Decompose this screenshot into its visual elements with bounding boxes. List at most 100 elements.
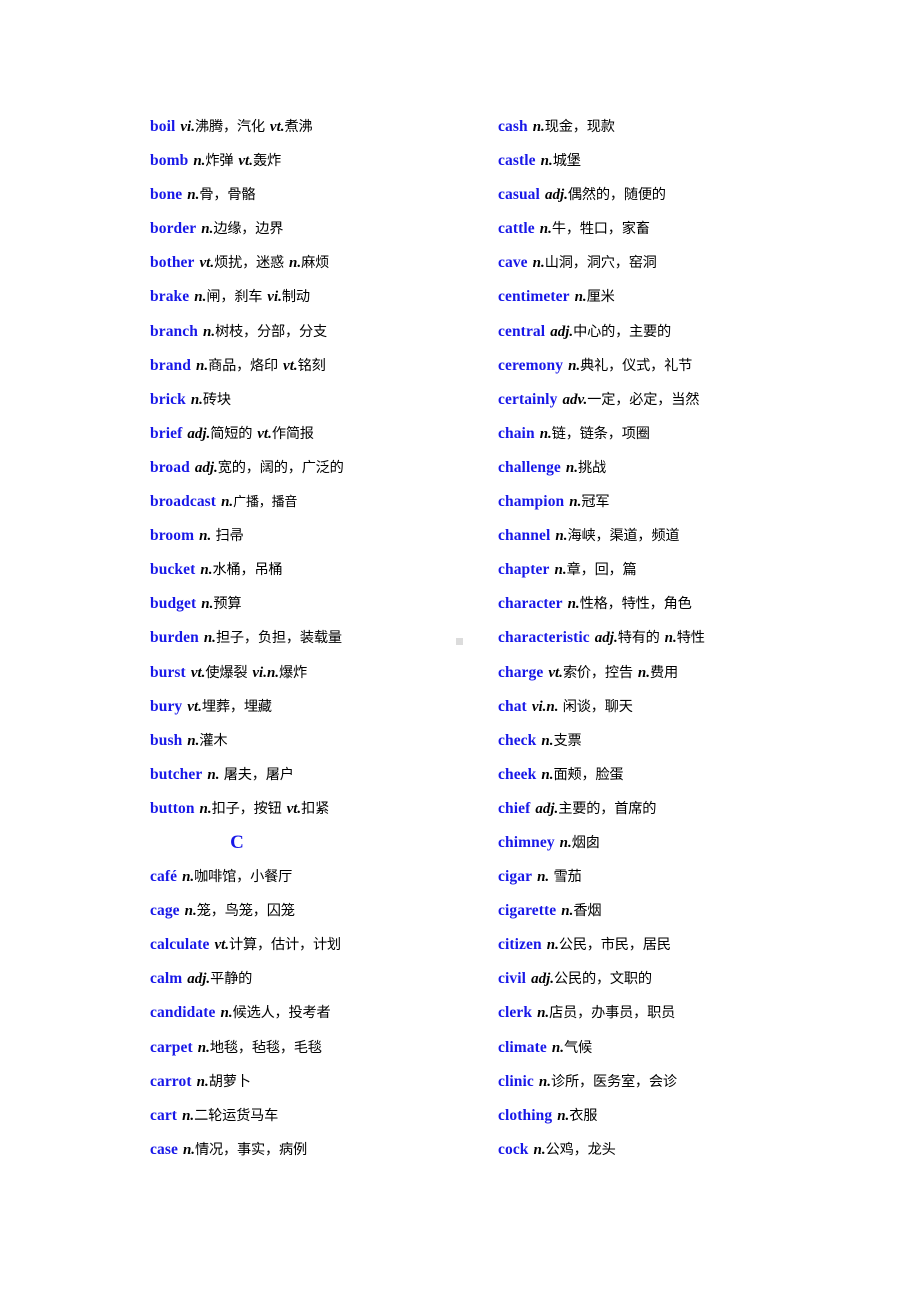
entry-definition: 扫帚 [211, 528, 244, 545]
document-page: boil vi.沸腾，汽化 vt.煮沸 bomb n.炸弹 vt.轰炸 bone n.骨，骨骼… [0, 0, 920, 1302]
entry-definition: 灌木 [199, 732, 228, 749]
entry-headword: chapter [498, 561, 550, 579]
glossary-entry: branch n.树枝，分部，分支 [150, 315, 474, 349]
entry-definition: 笼，鸟笼，囚笼 [196, 903, 295, 920]
glossary-entry: bush n.灌木 [150, 724, 474, 758]
glossary-entry: chain n.链，链条，项圈 [498, 417, 920, 451]
entry-definition: 公民的，文职的 [553, 971, 652, 988]
glossary-entry: cheek n.面颊，脸蛋 [498, 758, 920, 792]
glossary-entry: certainly adv.一定，必定，当然 [498, 383, 920, 417]
glossary-entry: chat vi.n. 闲谈，聊天 [498, 690, 920, 724]
entry-definition: 宽的，阔的，广泛的 [217, 459, 344, 476]
entry-definition: 索价，控告 [562, 664, 633, 681]
entry-part-of-speech: n. [551, 1039, 564, 1056]
entry-part-of-speech: n. [568, 357, 581, 374]
entry-headword: brand [150, 356, 191, 374]
entry-definition: 屠夫，屠户 [219, 766, 294, 783]
entry-definition: 章，回，篇 [566, 562, 637, 579]
glossary-entry: burst vt.使爆裂 vi.n.爆炸 [150, 656, 474, 690]
entry-headword: broom [150, 527, 195, 545]
entry-part-of-speech: adj. [535, 800, 559, 817]
entry-headword: cattle [498, 220, 535, 238]
entry-headword: channel [498, 527, 551, 545]
entry-headword: brief [150, 424, 183, 442]
entry-headword: centimeter [498, 288, 570, 306]
entry-headword: case [150, 1140, 178, 1158]
glossary-entry: casual adj.偶然的，随便的 [498, 178, 920, 212]
entry-headword: castle [498, 152, 536, 170]
glossary-entry: burden n.担子，负担，装载量 [150, 621, 474, 655]
entry-headword: cave [498, 254, 528, 272]
entry-definition: 一定，必定，当然 [587, 391, 700, 408]
entry-definition: 铭刻 [297, 357, 326, 374]
glossary-entry: bury vt.埋葬，埋藏 [150, 690, 474, 724]
entry-headword: carpet [150, 1038, 193, 1056]
entry-headword: certainly [498, 390, 558, 408]
entry-part-of-speech: n. [190, 391, 203, 408]
entry-definition: 面颊，脸蛋 [553, 766, 624, 783]
entry-definition: 费用 [649, 664, 678, 681]
glossary-entry: cage n.笼，鸟笼，囚笼 [150, 894, 474, 928]
entry-part-of-speech: n. [201, 221, 214, 238]
entry-definition: 雪茄 [549, 869, 582, 886]
entry-definition: 特有的 [617, 630, 660, 647]
entry-part-of-speech: n. [193, 153, 206, 170]
glossary-entry: broom n. 扫帚 [150, 519, 474, 553]
entry-headword: candidate [150, 1004, 216, 1022]
entry-definition: 性格，特性，角色 [579, 596, 692, 613]
entry-definition: 担子，负担，装载量 [215, 630, 342, 647]
entry-part-of-speech: vt. [286, 800, 302, 817]
entry-headword: clothing [498, 1106, 553, 1124]
entry-definition: 海峡，渠道，频道 [567, 528, 680, 545]
entry-headword: citizen [498, 936, 542, 954]
entry-definition: 城堡 [552, 153, 581, 170]
glossary-entry: charge vt.索价，控告 n.费用 [498, 656, 920, 690]
entry-headword: bush [150, 731, 183, 749]
glossary-entry: brand n.商品，烙印 vt.铭刻 [150, 349, 474, 383]
entry-part-of-speech: adj. [544, 187, 568, 204]
entry-definition: 麻烦 [301, 255, 330, 272]
entry-part-of-speech: n. [533, 1141, 546, 1158]
entry-headword: cheek [498, 765, 537, 783]
glossary-entry: clinic n.诊所，医务室，会诊 [498, 1065, 920, 1099]
entry-definition: 候选人，投考者 [232, 1005, 331, 1022]
entry-part-of-speech: n. [199, 800, 212, 817]
entry-part-of-speech: n. [561, 903, 574, 920]
entry-definition: 砖块 [202, 391, 231, 408]
glossary-entry: clothing n.衣服 [498, 1099, 920, 1133]
entry-headword: cigar [498, 868, 533, 886]
entry-part-of-speech: vt. [238, 153, 253, 170]
entry-headword: boil [150, 118, 176, 135]
entry-part-of-speech: vt. [257, 425, 272, 442]
entry-definition: 扣紧 [301, 800, 330, 817]
page-marker-dot [456, 638, 463, 645]
glossary-entry: chief adj.主要的，首席的 [498, 792, 920, 826]
entry-part-of-speech: n. [540, 153, 553, 170]
entry-headword: chimney [498, 833, 555, 851]
glossary-entry: bother vt.烦扰，迷惑 n.麻烦 [150, 246, 474, 280]
entry-definition: 广播，播音 [233, 495, 298, 511]
entry-definition: 骨，骨骼 [199, 187, 256, 204]
entry-part-of-speech: n. [538, 1073, 551, 1090]
entry-part-of-speech: n. [199, 528, 212, 545]
entry-part-of-speech: n. [184, 903, 197, 920]
glossary-entry: citizen n.公民，市民，居民 [498, 928, 920, 962]
entry-definition: 山洞，洞穴，窑洞 [544, 255, 657, 272]
entry-headword: brick [150, 390, 186, 408]
entry-part-of-speech: n. [201, 596, 214, 613]
entry-headword: calm [150, 970, 183, 988]
entry-headword: branch [150, 322, 198, 340]
glossary-entry: café n.咖啡馆，小餐厅 [150, 860, 474, 894]
entry-headword: calculate [150, 936, 210, 954]
entry-part-of-speech: vi.n. [531, 698, 559, 715]
entry-part-of-speech: n. [202, 323, 216, 340]
entry-headword: café [150, 868, 178, 886]
entry-definition: 情况，事实，病例 [195, 1141, 307, 1158]
entry-part-of-speech: n. [200, 562, 213, 579]
entry-headword: broadcast [150, 493, 217, 511]
entry-part-of-speech: n. [664, 630, 677, 647]
entry-part-of-speech: n. [196, 1073, 209, 1090]
entry-definition: 烦扰，迷惑 [214, 255, 285, 272]
entry-definition: 计算，估计，计划 [229, 937, 341, 954]
glossary-entry: calculate vt.计算，估计，计划 [150, 928, 474, 962]
